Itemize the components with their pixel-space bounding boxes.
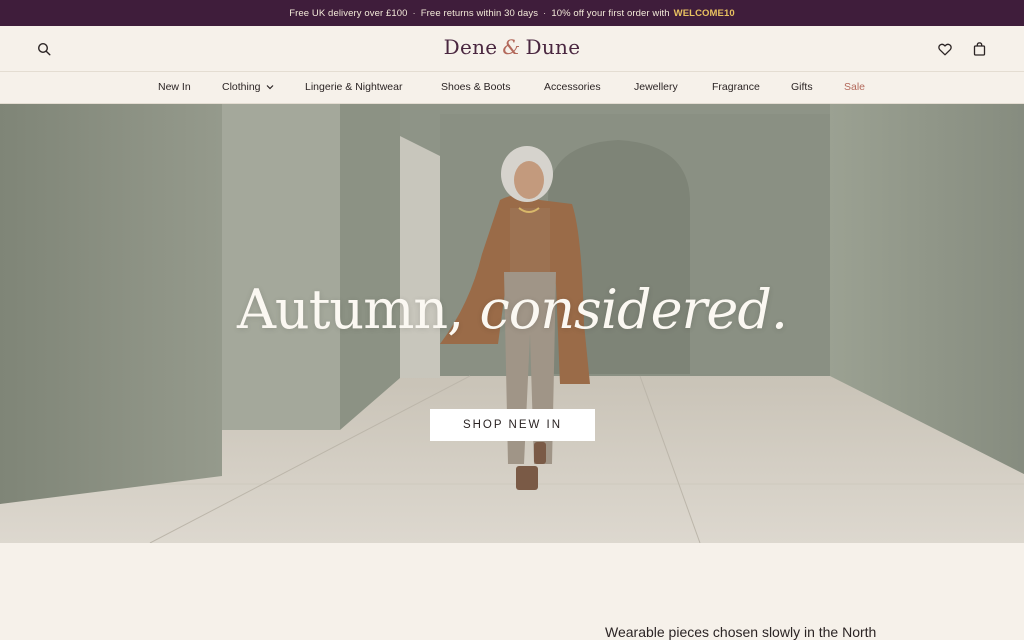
heart-icon — [938, 43, 952, 55]
shop-new-in-button[interactable]: SHOP NEW IN — [430, 409, 595, 441]
promo-code: WELCOME10 — [673, 7, 735, 19]
promo-delivery: Free UK delivery over £100 — [289, 7, 408, 19]
main-nav: New In Clothing Lingerie & Nightwear Sho… — [0, 72, 1024, 104]
logo-word-dene: Dene — [443, 35, 498, 59]
hero-headline-plain: Autumn, — [236, 278, 464, 341]
logo-word-dune: Dune — [525, 35, 581, 59]
nav-lingerie-nightwear[interactable]: Lingerie & Nightwear — [305, 81, 402, 93]
nav-accessories[interactable]: Accessories — [544, 81, 601, 93]
nav-new-in[interactable]: New In — [158, 81, 191, 93]
nav-gifts[interactable]: Gifts — [791, 81, 813, 93]
hero-headline-italic: considered. — [479, 278, 789, 341]
nav-shoes-boots[interactable]: Shoes & Boots — [441, 81, 510, 93]
promo-bar: Free UK delivery over £100 · Free return… — [0, 0, 1024, 26]
chevron-down-icon — [267, 85, 274, 90]
nav-fragrance[interactable]: Fragrance — [712, 81, 760, 93]
site-header: Dene & Dune — [0, 26, 1024, 72]
promo-offer: 10% off your first order with — [551, 7, 670, 19]
site-logo[interactable]: Dene & Dune — [0, 35, 1024, 59]
bag-button[interactable] — [969, 39, 989, 59]
intro-text: Wearable pieces chosen slowly in the Nor… — [605, 624, 877, 640]
hero-headline: Autumn, considered. — [0, 278, 1024, 341]
promo-separator: · — [412, 7, 416, 19]
wishlist-button[interactable] — [935, 39, 955, 59]
promo-separator: · — [543, 7, 547, 19]
bag-icon — [973, 42, 985, 56]
nav-clothing[interactable]: Clothing — [222, 81, 274, 93]
hero-banner: Autumn, considered. SHOP NEW IN — [0, 104, 1024, 543]
logo-ampersand: & — [502, 35, 521, 59]
nav-sale[interactable]: Sale — [844, 81, 865, 93]
nav-jewellery[interactable]: Jewellery — [634, 81, 678, 93]
nav-clothing-label: Clothing — [222, 81, 261, 93]
promo-returns: Free returns within 30 days — [420, 7, 539, 19]
